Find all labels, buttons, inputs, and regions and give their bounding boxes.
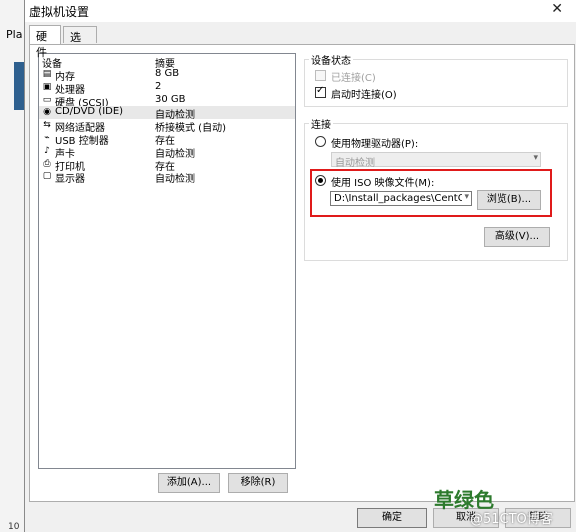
device-row[interactable]: ⎙ 打印机 存在 xyxy=(39,158,295,173)
radio-selected-dot xyxy=(318,178,323,183)
background-selection-strip xyxy=(14,62,24,110)
device-status-legend: 设备状态 xyxy=(309,52,353,67)
sound-card-icon: ♪ xyxy=(44,145,50,156)
connected-label: 已连接(C) xyxy=(331,73,376,84)
add-device-button[interactable]: 添加(A)... xyxy=(158,473,220,493)
background-status-text: 10 xyxy=(8,522,20,532)
cd-dvd-icon: ◉ xyxy=(43,107,51,118)
device-status-group: 设备状态 已连接(C) ✓ 启动时连接(O) xyxy=(304,52,568,107)
printer-icon: ⎙ xyxy=(43,158,51,169)
device-row[interactable]: ◉ CD/DVD (IDE) 自动检测 xyxy=(39,106,295,121)
network-adapter-icon: ⇆ xyxy=(43,120,51,131)
physical-drive-value: 自动检测 xyxy=(335,158,375,169)
iso-file-label: 使用 ISO 映像文件(M): xyxy=(331,178,435,189)
device-row[interactable]: ⌁ USB 控制器 存在 xyxy=(39,132,295,147)
connected-checkbox[interactable] xyxy=(315,70,326,81)
iso-file-radio[interactable] xyxy=(315,175,326,186)
browse-button[interactable]: 浏览(B)... xyxy=(477,190,541,210)
display-icon: ▢ xyxy=(42,171,52,182)
tab-options[interactable]: 选项 xyxy=(63,26,97,60)
device-name: CD/DVD (IDE) xyxy=(55,106,124,118)
physical-drive-label: 使用物理驱动器(P): xyxy=(331,139,419,150)
device-name: 显示器 xyxy=(55,174,85,186)
title-bar: 虚拟机设置 ✕ xyxy=(25,0,576,22)
device-row[interactable]: ⇆ 网络适配器 桥接模式 (自动) xyxy=(39,119,295,134)
cpu-icon: ▣ xyxy=(42,81,52,92)
device-row[interactable]: ▤ 内存 8 GB xyxy=(39,68,295,83)
chevron-down-icon: ▾ xyxy=(533,153,538,163)
vm-settings-dialog: 虚拟机设置 ✕ 硬件 选项 设备 摘要 ▤内存8 GB▣处理器2▭硬盘 (SCS… xyxy=(24,0,576,532)
device-summary: 30 GB xyxy=(155,93,186,105)
memory-icon: ▤ xyxy=(42,69,52,79)
connection-legend: 连接 xyxy=(309,116,333,131)
chevron-down-icon: ▾ xyxy=(464,192,469,202)
connect-on-power-checkbox[interactable]: ✓ xyxy=(315,85,326,98)
remove-device-button[interactable]: 移除(R) xyxy=(228,473,288,493)
physical-drive-select[interactable]: 自动检测 ▾ xyxy=(331,152,541,169)
hardware-tab-pane: 设备 摘要 ▤ 内存 8 GB ▣ 处理器 2 ▭ 硬盘 (SCSI) 30 GB ◉ CD/DVD… xyxy=(29,44,575,502)
check-icon: ✓ xyxy=(316,85,325,96)
dialog-title: 虚拟机设置 xyxy=(29,5,90,19)
connect-on-power-label: 启动时连接(O) xyxy=(331,90,397,101)
iso-path-input[interactable]: D:\Install_packages\CentOS-7- ▾ xyxy=(330,191,472,206)
device-row[interactable]: ▣ 处理器 2 xyxy=(39,80,295,96)
device-summary: 2 xyxy=(155,80,162,92)
device-row[interactable]: ▢ 显示器 自动检测 xyxy=(39,170,295,186)
device-row[interactable]: ▭ 硬盘 (SCSI) 30 GB xyxy=(39,93,295,109)
device-summary: 自动检测 xyxy=(155,174,195,186)
ok-button[interactable]: 确定 xyxy=(357,508,427,528)
tab-hardware[interactable]: 硬件 xyxy=(29,25,61,59)
watermark-subtext: @51CTO博客 xyxy=(470,512,553,527)
device-summary: 8 GB xyxy=(155,68,180,79)
iso-path-value: D:\Install_packages\CentOS-7- xyxy=(334,193,462,204)
usb-icon: ⌁ xyxy=(44,133,50,143)
advanced-button[interactable]: 高级(V)... xyxy=(484,227,550,247)
device-list[interactable]: 设备 摘要 ▤ 内存 8 GB ▣ 处理器 2 ▭ 硬盘 (SCSI) 30 GB ◉ CD/DVD… xyxy=(38,53,296,469)
close-icon[interactable]: ✕ xyxy=(551,1,563,17)
hard-disk-icon: ▭ xyxy=(42,94,52,105)
background-app-label: Pla xyxy=(6,28,23,41)
device-row[interactable]: ♪ 声卡 自动检测 xyxy=(39,145,295,160)
device-list-header: 设备 摘要 xyxy=(39,54,295,70)
physical-drive-radio[interactable] xyxy=(315,136,326,147)
